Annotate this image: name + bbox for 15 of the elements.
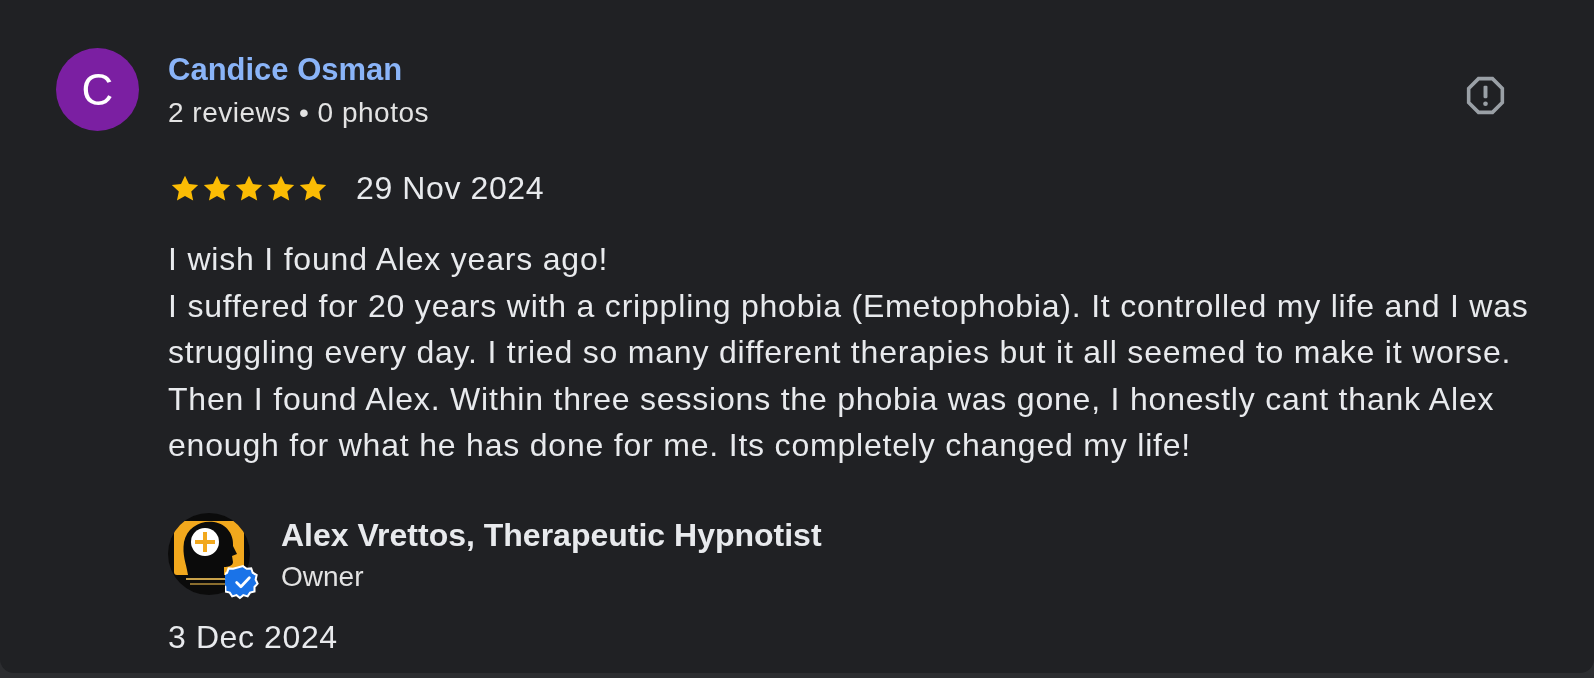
- reviewer-name-link[interactable]: Candice Osman: [168, 51, 430, 89]
- star-icon: [203, 174, 231, 202]
- reviewer-avatar[interactable]: C: [56, 48, 139, 131]
- star-icon: [235, 174, 263, 202]
- review-text: I wish I found Alex years ago! I suffered for 20 years with a crippling phobia (Emetophobia). It controlled my life and I was struggling every day. I tried so many different therapies but it all seemed to make it worse. Then I found Alex. Within three sessions the phobia was gone, I honestly cant thank Alex enough for what he has done for me. Its completely changed my life!: [168, 240, 1530, 465]
- star-icon: [171, 174, 199, 202]
- review-date: 29 Nov 2024: [356, 169, 545, 207]
- report-icon: [1464, 74, 1507, 117]
- star-icon: [299, 174, 327, 202]
- owner-name: Alex Vrettos, Therapeutic Hypnotist: [281, 515, 822, 555]
- reviewer-stats: 2 reviews • 0 photos: [168, 96, 430, 130]
- report-button[interactable]: [1464, 74, 1507, 117]
- owner-label: Owner: [281, 559, 365, 594]
- star-icon: [267, 174, 295, 202]
- response-date: 3 Dec 2024: [168, 617, 338, 656]
